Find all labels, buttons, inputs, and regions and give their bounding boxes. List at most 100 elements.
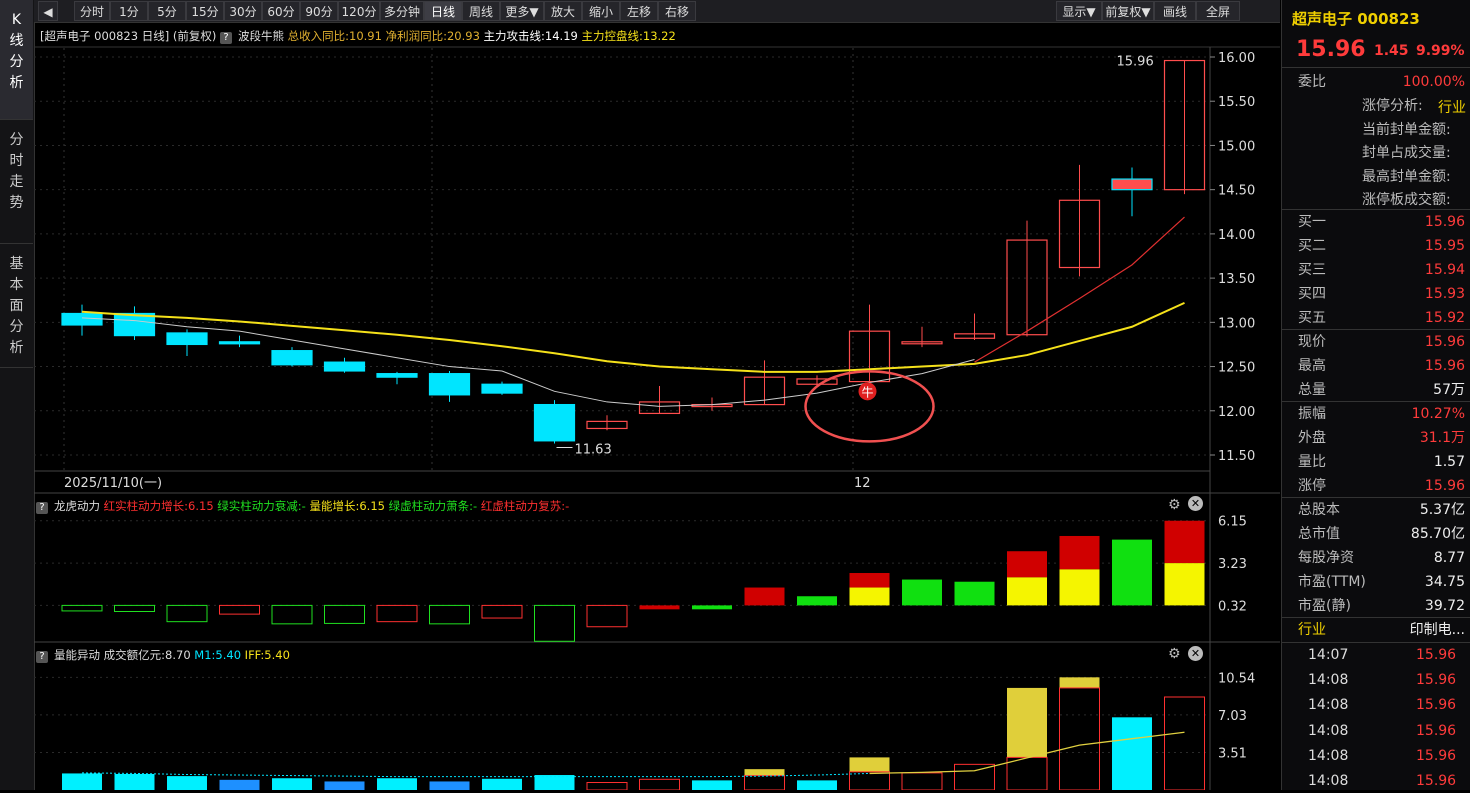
toolbar-btn-3[interactable]: 15分 — [186, 1, 224, 21]
sub1-ytick-1: 3.23 — [1218, 557, 1247, 572]
sub1-legend-volume: 量能增长:6.15 — [309, 499, 385, 513]
toolbar-right-btn-1[interactable]: 前复权▼ — [1102, 1, 1154, 21]
sub2-bar-body — [377, 778, 417, 790]
candle-body — [61, 312, 103, 326]
tab-fundamental-analysis[interactable]: 基 本 面 分 析 — [0, 244, 33, 368]
tab-intraday-trend[interactable]: 分 时 走 势 — [0, 120, 33, 244]
sub2-bar-body — [534, 775, 575, 790]
toolbar-right-btn-2[interactable]: 画线 — [1154, 1, 1196, 21]
limit-item-2: 封单占成交量: — [1282, 141, 1470, 165]
stat1-row-2-value: 57万 — [1433, 382, 1465, 398]
help-icon[interactable]: ? — [219, 32, 232, 44]
stat2-row-3: 涨停 15.96 — [1282, 474, 1470, 498]
sub1-bar-body — [166, 604, 208, 623]
toolbar-btn-1[interactable]: 1分 — [110, 1, 148, 21]
toolbar-btn-8[interactable]: 多分钟 — [380, 1, 424, 21]
toolbar-btn-13[interactable]: 缩小 — [582, 1, 620, 21]
toolbar-btn-0[interactable]: 分时 — [74, 1, 110, 21]
weibi-value: 100.00% — [1402, 74, 1465, 90]
weibi-row: 委比 100.00% — [1282, 70, 1470, 94]
sub1-gear-icon[interactable]: ⚙ — [1168, 497, 1181, 513]
stat3-row-0-label: 总股本 — [1298, 502, 1340, 518]
toolbar-btn-5[interactable]: 60分 — [262, 1, 300, 21]
industry-row[interactable]: 行业 印制电... — [1282, 618, 1470, 642]
sub2-title: 量能异动 — [54, 648, 100, 662]
candle-7 — [428, 370, 471, 402]
toolbar-right-btn-0[interactable]: 显示▼ — [1056, 1, 1102, 21]
sub2-close-icon[interactable]: ✕ — [1188, 646, 1203, 661]
tick-price: 15.96 — [1416, 773, 1457, 789]
bid-row-4-value: 15.92 — [1424, 310, 1465, 326]
weibi-label: 委比 — [1298, 74, 1326, 90]
candle-20 — [1111, 167, 1153, 217]
bid-row-2: 买三 15.94 — [1282, 258, 1470, 282]
ytick-label-8: 12.00 — [1218, 405, 1255, 420]
help-icon[interactable]: ? — [36, 651, 48, 663]
candle-16 — [901, 326, 943, 348]
ytick-label-4: 14.00 — [1218, 228, 1255, 243]
sub1-bar-16 — [902, 579, 942, 606]
industry-label: 行业 — [1298, 622, 1326, 638]
industry-value: 印制电... — [1409, 622, 1465, 638]
toolbar-btn-12[interactable]: 放大 — [544, 1, 582, 21]
sub2-bar-body — [586, 782, 628, 790]
chart-title: [超声电子 000823 日线] — [40, 29, 170, 43]
sub2-bar-body — [1164, 696, 1205, 790]
chart-area: 16.00 15.50 15.00 14.50 14.00 13.50 13.00 12.50… — [34, 46, 1280, 790]
sub2-gear-icon[interactable]: ⚙ — [1168, 646, 1181, 662]
toolbar-btn-4[interactable]: 30分 — [224, 1, 262, 21]
help-icon[interactable]: ? — [36, 502, 48, 514]
toolbar-btn-2[interactable]: 5分 — [148, 1, 186, 21]
sub2-bar-12 — [692, 780, 732, 790]
sub1-bar-13 — [744, 587, 785, 606]
sub1-bar-yellow — [1007, 577, 1047, 606]
toolbar-btn-7[interactable]: 120分 — [338, 1, 380, 21]
candle-body — [323, 361, 366, 372]
sub1-bar-15 — [849, 573, 890, 606]
sub1-bar-body — [271, 604, 313, 625]
ytick-label-7: 12.50 — [1218, 361, 1255, 376]
toolbar-btn-14[interactable]: 左移 — [620, 1, 658, 21]
tick-time: 14:08 — [1308, 773, 1349, 789]
limit-item-0-label: 涨停分析: — [1362, 98, 1423, 114]
sub1-bar-17 — [954, 581, 995, 606]
ytick-label-9: 11.50 — [1218, 449, 1255, 464]
toolbar-btn-6[interactable]: 90分 — [300, 1, 338, 21]
candle-5 — [323, 357, 366, 373]
tick-price: 15.96 — [1416, 672, 1457, 689]
stat2-row-1-label: 外盘 — [1298, 430, 1326, 446]
candle-0 — [61, 304, 103, 336]
stat3-row-1-label: 总市值 — [1298, 526, 1340, 542]
tick-time: 14:08 — [1308, 747, 1349, 764]
candle-4 — [271, 347, 313, 367]
toolbar-btn-11[interactable]: 更多▼ — [500, 1, 544, 21]
limit-industry-tag[interactable]: 行业 — [1438, 96, 1466, 120]
sub1-bar-body — [219, 604, 260, 615]
bid-row-1-value: 15.95 — [1424, 238, 1465, 254]
toolbar-btn-10[interactable]: 周线 — [462, 1, 500, 21]
sub1-bar-body — [954, 581, 995, 606]
toolbar-btn-15[interactable]: 右移 — [658, 1, 696, 21]
stat2-row-0-label: 振幅 — [1298, 406, 1326, 422]
sub1-bar-body — [376, 604, 418, 623]
sub1-bar-21 — [1164, 520, 1205, 606]
sub2-bar-body — [692, 780, 732, 790]
toolbar-btn-9[interactable]: 日线 — [424, 1, 462, 21]
stat3-row-3: 市盈(TTM) 34.75 — [1282, 570, 1470, 594]
sub2-bar-body — [639, 778, 680, 790]
toolbar-right-btn-3[interactable]: 全屏 — [1196, 1, 1240, 21]
sub1-bar-1 — [114, 604, 155, 613]
low-price-label: 11.63 — [575, 443, 612, 458]
tab-kline-analysis[interactable]: K 线 分 析 — [0, 0, 33, 120]
period-toolbar: ◀ 分时 1分 5分 15分 30分 60分 90分 120分 多分钟 日线 周线 更多▼ 放大 缩小 左移右… — [34, 0, 1280, 23]
sub2-bar-2 — [167, 776, 207, 790]
limit-item-3-label: 最高封单金额: — [1362, 168, 1451, 185]
candle-6 — [376, 371, 418, 385]
sub2-bar-yellow — [1059, 677, 1100, 688]
back-arrow-icon[interactable]: ◀ — [38, 1, 58, 21]
candle-10 — [586, 415, 628, 431]
sub1-bar-3 — [219, 604, 260, 615]
sub1-close-icon[interactable]: ✕ — [1188, 496, 1203, 511]
indicator-profit-yoy: 净利润同比:20.93 — [385, 29, 480, 43]
ytick-label-3: 14.50 — [1218, 184, 1255, 199]
